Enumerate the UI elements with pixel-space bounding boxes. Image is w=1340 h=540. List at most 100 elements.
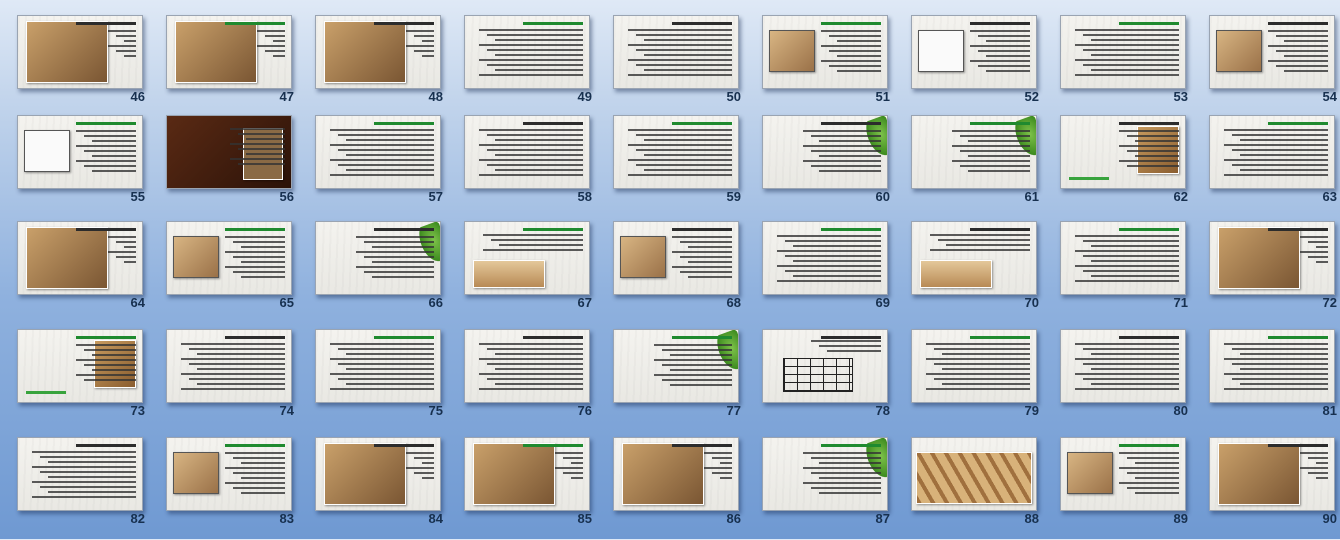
text-line — [225, 251, 285, 253]
slide-thumbnail-56[interactable]: 56 — [166, 108, 294, 218]
slide-thumbnail-72[interactable]: 72 — [1209, 214, 1337, 324]
text-line — [265, 35, 285, 37]
text-line — [197, 353, 285, 355]
slide-thumbnail-79[interactable]: 79 — [911, 322, 1039, 432]
text-line — [827, 350, 881, 352]
text-line — [241, 276, 285, 278]
text-line — [793, 260, 881, 262]
slide-thumbnail-59[interactable]: 59 — [613, 108, 741, 218]
text-line — [48, 491, 136, 493]
text-line — [233, 241, 285, 243]
slide-photo — [769, 30, 815, 72]
slide-thumbnail-81[interactable]: 81 — [1209, 322, 1337, 432]
text-line — [76, 160, 136, 162]
slide-preview — [1209, 15, 1335, 89]
slide-preview — [315, 221, 441, 295]
slide-thumbnail-62[interactable]: 62 — [1060, 108, 1188, 218]
text-line — [1119, 145, 1179, 147]
text-line — [92, 369, 136, 371]
text-line — [688, 276, 732, 278]
text-line — [672, 251, 732, 253]
slide-thumbnail-60[interactable]: 60 — [762, 108, 890, 218]
text-line — [414, 35, 434, 37]
text-line — [1240, 169, 1328, 171]
slide-thumbnail-90[interactable]: 90 — [1209, 430, 1337, 540]
slide-thumbnail-65[interactable]: 65 — [166, 214, 294, 324]
slide-thumbnail-64[interactable]: 64 — [17, 214, 145, 324]
slide-thumbnail-46[interactable]: 46 — [17, 8, 145, 118]
slide-thumbnail-77[interactable]: 77 — [613, 322, 741, 432]
text-line — [372, 261, 434, 263]
slide-thumbnail-61[interactable]: 61 — [911, 108, 1039, 218]
slide-thumbnail-67[interactable]: 67 — [464, 214, 592, 324]
slide-thumbnail-71[interactable]: 71 — [1060, 214, 1188, 324]
slide-thumbnail-63[interactable]: 63 — [1209, 108, 1337, 218]
slide-number: 72 — [1322, 295, 1337, 310]
text-line — [978, 35, 1030, 37]
slide-thumbnail-80[interactable]: 80 — [1060, 322, 1188, 432]
slide-thumbnail-49[interactable]: 49 — [464, 8, 592, 118]
slide-thumbnail-85[interactable]: 85 — [464, 430, 592, 540]
slide-thumbnail-52[interactable]: 52 — [911, 8, 1039, 118]
text-line — [662, 364, 732, 366]
slide-thumbnail-66[interactable]: 66 — [315, 214, 443, 324]
slide-title-bar — [523, 444, 583, 447]
slide-thumbnail-69[interactable]: 69 — [762, 214, 890, 324]
slide-thumbnail-88[interactable]: 88 — [911, 430, 1039, 540]
slide-title-bar — [374, 444, 434, 447]
text-line — [811, 340, 881, 342]
slide-thumbnail-86[interactable]: 86 — [613, 430, 741, 540]
text-line — [1316, 477, 1328, 479]
slide-photo — [622, 443, 704, 505]
slide-thumbnail-84[interactable]: 84 — [315, 430, 443, 540]
slide-thumbnail-74[interactable]: 74 — [166, 322, 294, 432]
text-line — [241, 246, 285, 248]
slide-thumbnail-87[interactable]: 87 — [762, 430, 890, 540]
text-line — [1083, 34, 1179, 36]
text-line — [1224, 144, 1328, 146]
text-line — [338, 363, 434, 365]
slide-thumbnail-76[interactable]: 76 — [464, 322, 592, 432]
text-line — [330, 159, 434, 161]
text-line — [1135, 155, 1179, 157]
slide-thumbnail-78[interactable]: 78 — [762, 322, 890, 432]
text-line — [479, 74, 583, 76]
text-line — [1083, 270, 1179, 272]
text-line — [970, 45, 1030, 47]
slide-title-bar — [1268, 336, 1328, 339]
slide-thumbnail-68[interactable]: 68 — [613, 214, 741, 324]
text-line — [628, 29, 732, 31]
text-line — [1316, 261, 1328, 263]
text-line — [1240, 353, 1328, 355]
text-line — [108, 30, 136, 32]
slide-preview — [911, 221, 1037, 295]
slide-thumbnail-48[interactable]: 48 — [315, 8, 443, 118]
text-line — [1316, 462, 1328, 464]
slide-thumbnail-82[interactable]: 82 — [17, 430, 145, 540]
text-line — [233, 256, 285, 258]
slide-thumbnail-75[interactable]: 75 — [315, 322, 443, 432]
slide-thumbnail-51[interactable]: 51 — [762, 8, 890, 118]
slide-thumbnail-58[interactable]: 58 — [464, 108, 592, 218]
slide-thumbnail-89[interactable]: 89 — [1060, 430, 1188, 540]
slide-thumbnail-55[interactable]: 55 — [17, 108, 145, 218]
slide-thumbnail-83[interactable]: 83 — [166, 430, 294, 540]
slide-thumbnail-50[interactable]: 50 — [613, 8, 741, 118]
text-line — [1083, 49, 1179, 51]
text-line — [1091, 245, 1179, 247]
slide-thumbnail-47[interactable]: 47 — [166, 8, 294, 118]
slide-photo — [173, 452, 219, 494]
slide-thumbnail-57[interactable]: 57 — [315, 108, 443, 218]
slide-number: 65 — [279, 295, 294, 310]
text-line — [181, 388, 285, 390]
slide-thumbnail-70[interactable]: 70 — [911, 214, 1039, 324]
slide-thumbnail-73[interactable]: 73 — [17, 322, 145, 432]
slide-number: 49 — [577, 89, 592, 104]
slide-preview — [613, 329, 739, 403]
text-line — [1316, 246, 1328, 248]
text-line — [108, 251, 136, 253]
text-line — [422, 40, 434, 42]
slide-thumbnail-53[interactable]: 53 — [1060, 8, 1188, 118]
text-line — [124, 55, 136, 57]
slide-thumbnail-54[interactable]: 54 — [1209, 8, 1337, 118]
